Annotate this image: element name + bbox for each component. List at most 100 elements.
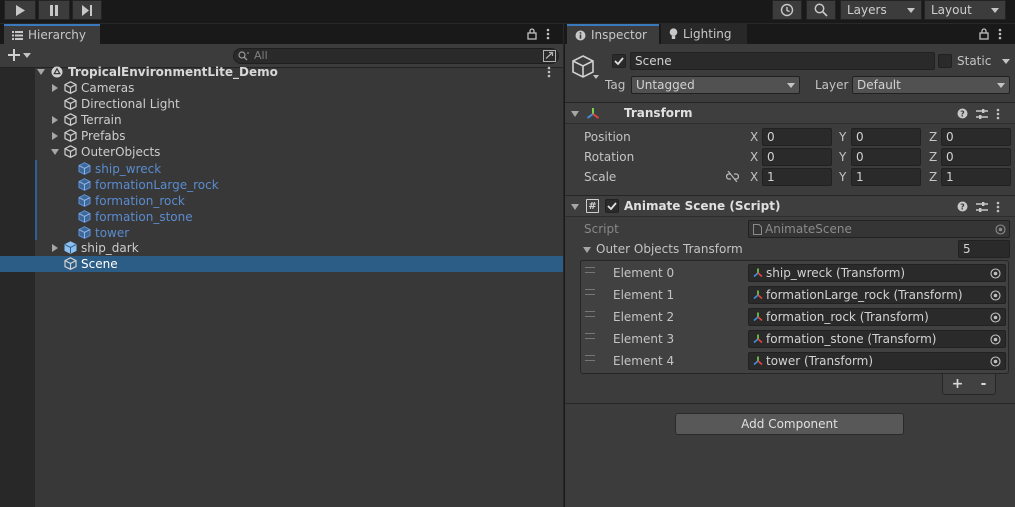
more-options-icon[interactable]	[996, 201, 1000, 213]
tab-inspector[interactable]: Inspector	[567, 24, 659, 44]
script-field: AnimateScene	[748, 220, 1010, 238]
expand-arrow-icon[interactable]	[52, 84, 58, 92]
more-options-icon[interactable]	[546, 28, 550, 40]
gameobject-icon	[64, 81, 77, 94]
more-options-icon[interactable]	[547, 66, 551, 78]
transform-position-x-field[interactable]: 0	[762, 128, 832, 146]
hierarchy-item-label: Scene	[81, 257, 118, 271]
transform-rotation-z-field[interactable]: 0	[941, 148, 1011, 166]
expand-arrow-icon[interactable]	[51, 149, 59, 155]
object-name-field[interactable]: Scene	[630, 52, 935, 70]
gameobject-icon	[64, 129, 77, 142]
pause-button[interactable]	[38, 0, 70, 20]
object-picker-icon[interactable]	[990, 312, 1001, 323]
transform-scale-y-field[interactable]: 1	[851, 168, 921, 186]
hierarchy-item[interactable]: ship_wreck	[0, 161, 563, 177]
list-foldout-arrow-icon[interactable]	[583, 247, 591, 253]
drag-handle-icon[interactable]	[585, 333, 595, 339]
hierarchy-item[interactable]: formation_stone	[0, 209, 563, 225]
list-element-field[interactable]: ship_wreck (Transform)	[748, 264, 1006, 282]
divider	[565, 403, 1015, 404]
hierarchy-item-label: formationLarge_rock	[95, 178, 219, 192]
help-icon[interactable]: ?	[957, 108, 968, 119]
gameobject-cube-icon[interactable]	[571, 53, 599, 81]
list-element-field[interactable]: formation_stone (Transform)	[748, 330, 1006, 348]
expand-arrow-icon[interactable]	[52, 132, 58, 140]
lock-icon[interactable]	[527, 28, 537, 40]
expand-arrow-icon[interactable]	[52, 116, 58, 124]
help-icon[interactable]: ?	[957, 201, 968, 212]
transform-position-y-field[interactable]: 0	[851, 128, 921, 146]
more-options-icon[interactable]	[996, 108, 1000, 120]
scene-visibility-icon[interactable]	[543, 50, 556, 62]
step-button[interactable]	[72, 0, 102, 20]
foldout-arrow-icon[interactable]	[571, 204, 579, 210]
hierarchy-item[interactable]: formationLarge_rock	[0, 177, 563, 193]
transform-scale-x-field[interactable]: 1	[762, 168, 832, 186]
list-size-field[interactable]: 5	[958, 240, 1010, 258]
hierarchy-item-label: OuterObjects	[81, 145, 161, 159]
hierarchy-item[interactable]: formation_rock	[0, 193, 563, 209]
active-checkbox[interactable]	[612, 54, 626, 68]
object-picker-icon[interactable]	[990, 268, 1001, 279]
transform-rotation-label: Rotation	[584, 150, 635, 164]
undo-history-button[interactable]	[772, 0, 802, 20]
object-picker-icon[interactable]	[990, 290, 1001, 301]
layers-dropdown[interactable]: Layers	[840, 0, 922, 20]
hierarchy-item-label: Terrain	[81, 113, 122, 127]
axis-y-label: Y	[839, 150, 847, 164]
list-element-label: Element 3	[613, 332, 675, 346]
play-button[interactable]	[4, 0, 36, 20]
list-element-value: tower (Transform)	[766, 354, 874, 368]
drag-handle-icon[interactable]	[585, 289, 595, 295]
preset-sliders-icon[interactable]	[976, 201, 988, 213]
tag-dropdown[interactable]: Untagged	[631, 76, 800, 94]
list-add-button[interactable]: +	[952, 376, 964, 392]
transform-rotation-x-field[interactable]: 0	[762, 148, 832, 166]
create-button[interactable]	[8, 49, 31, 61]
hierarchy-item[interactable]: Scene	[0, 256, 563, 272]
transform-position-z-field[interactable]: 0	[941, 128, 1011, 146]
hierarchy-root-row[interactable]: TropicalEnvironmentLite_Demo	[0, 64, 563, 80]
hierarchy-item[interactable]: Cameras	[0, 80, 563, 96]
link-broken-icon[interactable]	[726, 171, 739, 182]
search-button[interactable]	[806, 0, 836, 20]
list-element-field[interactable]: tower (Transform)	[748, 352, 1006, 370]
transform-value: 1	[767, 170, 775, 184]
hierarchy-item[interactable]: tower	[0, 225, 563, 241]
hierarchy-item[interactable]: Directional Light	[0, 96, 563, 112]
drag-handle-icon[interactable]	[585, 311, 595, 317]
lock-icon[interactable]	[979, 28, 989, 40]
add-component-button[interactable]: Add Component	[675, 413, 904, 435]
object-picker-icon[interactable]	[990, 334, 1001, 345]
transform-scale-z-field[interactable]: 1	[941, 168, 1011, 186]
hierarchy-item[interactable]: ship_dark	[0, 240, 563, 256]
expand-arrow-icon[interactable]	[37, 69, 45, 75]
animate-scene-header[interactable]: # Animate Scene (Script) ?	[565, 195, 1015, 217]
layer-dropdown[interactable]: Default	[852, 76, 1010, 94]
layout-dropdown[interactable]: Layout	[924, 0, 1006, 20]
drag-handle-icon[interactable]	[585, 355, 595, 361]
hierarchy-item[interactable]: Prefabs	[0, 128, 563, 144]
more-options-icon[interactable]	[998, 28, 1002, 40]
hierarchy-item[interactable]: OuterObjects	[0, 144, 563, 160]
transform-rotation-y-field[interactable]: 0	[851, 148, 921, 166]
transform-header[interactable]: Transform ?	[565, 102, 1015, 124]
list-element-field[interactable]: formation_rock (Transform)	[748, 308, 1006, 326]
foldout-arrow-icon[interactable]	[571, 111, 579, 117]
search-input[interactable]: All	[233, 48, 559, 64]
static-dropdown-icon[interactable]	[1002, 59, 1010, 64]
hierarchy-item[interactable]: Terrain	[0, 112, 563, 128]
drag-handle-icon[interactable]	[585, 267, 595, 273]
static-checkbox[interactable]	[938, 54, 952, 68]
object-picker-icon[interactable]	[990, 356, 1001, 367]
list-footer: + -	[942, 374, 996, 395]
component-enabled-checkbox[interactable]	[605, 199, 619, 213]
list-remove-button[interactable]: -	[981, 376, 987, 392]
main-toolbar: Layers Layout	[0, 0, 1015, 23]
expand-arrow-icon[interactable]	[52, 244, 58, 252]
list-element-field[interactable]: formationLarge_rock (Transform)	[748, 286, 1006, 304]
tab-lighting[interactable]: Lighting	[661, 24, 747, 44]
tab-hierarchy[interactable]: Hierarchy	[4, 24, 100, 44]
preset-sliders-icon[interactable]	[976, 108, 988, 120]
